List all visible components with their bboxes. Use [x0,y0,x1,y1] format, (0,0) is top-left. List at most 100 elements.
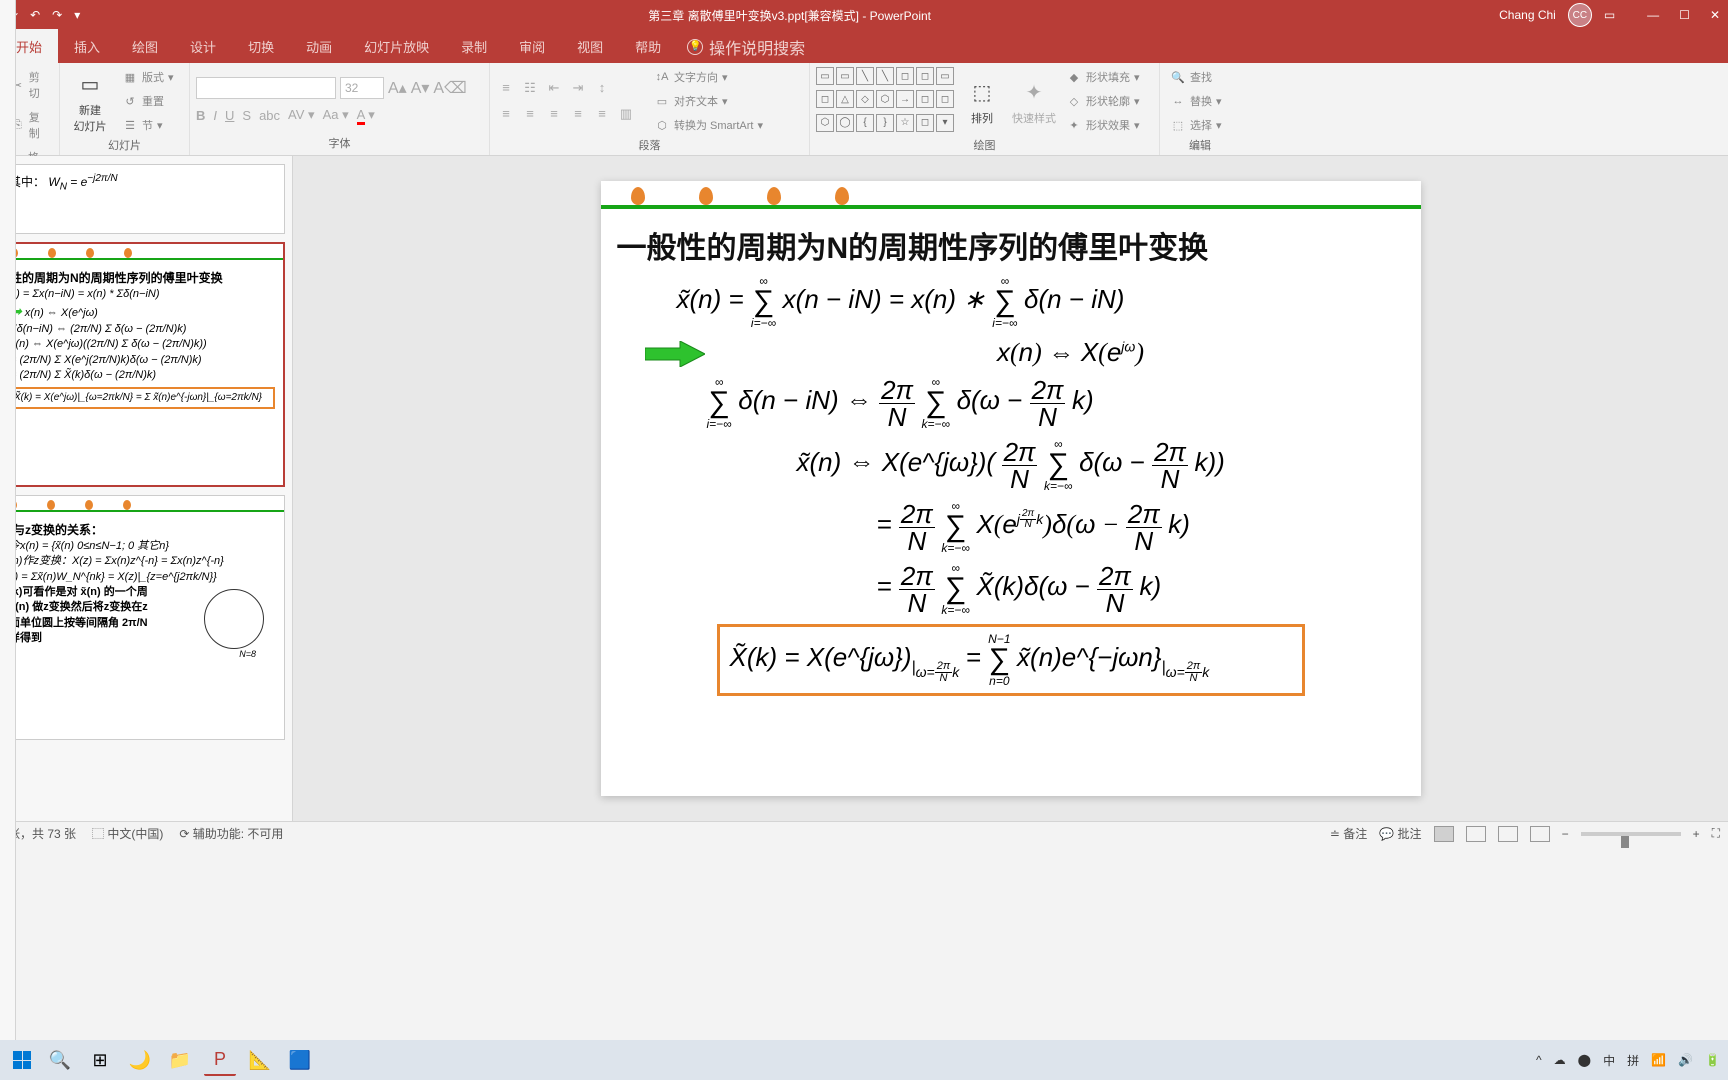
file-explorer-icon[interactable]: 📁 [164,1044,196,1076]
thumbnail-panel[interactable]: 其中： WN = e−j2π/N 性的周期为N的周期性序列的傅里叶变换 n) =… [0,156,293,821]
decrease-indent-icon[interactable]: ⇤ [544,80,564,96]
justify-icon[interactable]: ≡ [568,106,588,122]
change-case-button[interactable]: Aa ▾ [323,107,349,123]
shadow-button[interactable]: S [242,108,251,123]
tell-me-search[interactable]: 💡 操作说明搜索 [687,35,805,59]
tab-view[interactable]: 视图 [561,29,619,64]
select-button[interactable]: ⬚选择 ▾ [1166,115,1226,135]
tray-app-icon[interactable]: ⬤ [1578,1053,1591,1067]
user-name[interactable]: Chang Chi [1499,8,1556,22]
powerpoint-icon[interactable]: P [204,1044,236,1076]
maximize-icon[interactable]: ☐ [1679,8,1690,22]
shape-outline-button[interactable]: ◇形状轮廓 ▾ [1062,91,1144,111]
tray-chevron-icon[interactable]: ^ [1536,1053,1542,1067]
tab-draw[interactable]: 绘图 [116,29,174,64]
thumbnail-current[interactable]: 性的周期为N的周期性序列的傅里叶变换 n) = Σx(n−iN) = x(n) … [0,242,292,487]
decrease-font-icon[interactable]: A▾ [411,78,430,98]
zoom-out-icon[interactable]: − [1562,827,1569,841]
clear-formatting-icon[interactable]: A⌫ [433,78,466,98]
find-button[interactable]: 🔍查找 [1166,67,1226,87]
equation-6[interactable]: = 2πN ∞∑k=−∞ X̃(k)δ(ω − 2πN k) [877,562,1405,616]
thumbnail-prev[interactable]: 其中： WN = e−j2π/N [0,164,292,234]
reading-view-icon[interactable] [1498,826,1518,842]
accessibility-indicator[interactable]: ⟳ 辅助功能: 不可用 [179,825,283,842]
app-icon-2[interactable]: 🟦 [284,1044,316,1076]
tab-review[interactable]: 审阅 [503,29,561,64]
tab-animations[interactable]: 动画 [290,29,348,64]
search-taskbar-icon[interactable]: 🔍 [44,1044,76,1076]
replace-button[interactable]: ↔替换 ▾ [1166,91,1226,111]
close-icon[interactable]: ✕ [1710,8,1720,22]
volume-icon[interactable]: 🔊 [1678,1053,1693,1067]
redo-icon[interactable]: ↷ [52,8,62,22]
battery-icon[interactable]: 🔋 [1705,1053,1720,1067]
tab-insert[interactable]: 插入 [58,29,116,64]
slideshow-view-icon[interactable] [1530,826,1550,842]
line-spacing-icon[interactable]: ↕ [592,80,612,96]
font-color-button[interactable]: A ▾ [357,107,375,123]
text-direction-button[interactable]: ↕A文字方向 ▾ [650,67,767,87]
fit-to-window-icon[interactable]: ⛶ [1712,826,1720,841]
slide-counter[interactable]: 张，共 73 张 [8,825,76,842]
app-icon-1[interactable]: 🌙 [124,1044,156,1076]
ime-lang[interactable]: 中 [1603,1052,1615,1069]
reset-button[interactable]: ↺重置 [118,91,178,111]
ribbon-display-icon[interactable]: ▭ [1604,8,1615,22]
layout-button[interactable]: ▦版式 ▾ [118,67,178,87]
bullets-icon[interactable]: ≡ [496,80,516,96]
task-view-icon[interactable]: ⊞ [84,1044,116,1076]
comments-button[interactable]: 💬 批注 [1379,825,1421,842]
start-button[interactable] [8,1046,36,1074]
user-avatar[interactable]: CC [1568,3,1592,27]
arrange-button[interactable]: ⬚排列 [958,67,1006,135]
strikethrough-button[interactable]: abc [259,108,280,123]
distribute-icon[interactable]: ≡ [592,106,612,122]
align-text-button[interactable]: ▭对齐文本 ▾ [650,91,767,111]
normal-view-icon[interactable] [1434,826,1454,842]
shape-effects-button[interactable]: ✦形状效果 ▾ [1062,115,1144,135]
tab-record[interactable]: 录制 [445,29,503,64]
slide-editor[interactable]: 一般性的周期为N的周期性序列的傅里叶变换 x̃(n) = ∞∑i=−∞ x(n … [293,156,1728,821]
align-right-icon[interactable]: ≡ [544,106,564,122]
sorter-view-icon[interactable] [1466,826,1486,842]
increase-font-icon[interactable]: A▴ [388,78,407,98]
align-left-icon[interactable]: ≡ [496,106,516,122]
shapes-gallery[interactable]: ▭▭╲╲◻◻▭ ◻△◇⬡→◻◻ ⬡◯{}☆◻▾ [816,67,954,135]
quick-styles-button[interactable]: ✦快速样式 [1010,67,1058,135]
equation-7-box[interactable]: X̃(k) = X(e^{jω})|ω=2πNk = N−1∑n=0 x̃(n)… [717,624,1305,696]
new-slide-button[interactable]: ▭ 新建 幻灯片 [66,67,114,135]
equation-2[interactable]: x(n) ⇔ X(ejω) [737,337,1405,368]
ime-mode[interactable]: 拼 [1627,1052,1639,1069]
tab-design[interactable]: 设计 [174,29,232,64]
bold-button[interactable]: B [196,108,205,123]
align-center-icon[interactable]: ≡ [520,106,540,122]
notes-button[interactable]: ≐ 备注 [1330,825,1367,842]
minimize-icon[interactable]: — [1647,8,1659,22]
font-name-combo[interactable] [196,77,336,99]
slide-canvas[interactable]: 一般性的周期为N的周期性序列的傅里叶变换 x̃(n) = ∞∑i=−∞ x(n … [601,181,1421,796]
equation-5[interactable]: = 2πN ∞∑k=−∞ X(ej2πNk)δ(ω − 2πN k) [877,500,1405,554]
language-indicator[interactable]: ⬚ 中文(中国) [92,825,163,842]
smartart-button[interactable]: ⬡转换为 SmartArt ▾ [650,115,767,135]
underline-button[interactable]: U [225,108,234,123]
font-size-combo[interactable] [340,77,384,99]
equation-4[interactable]: x̃(n) ⇔ X(e^{jω})( 2πN ∞∑k=−∞ δ(ω − 2πN … [797,438,1405,492]
tab-help[interactable]: 帮助 [619,29,677,64]
thumbnail-next[interactable]: )与z变换的关系： 令x(n) = {x̃(n) 0≤n≤N−1; 0 其它n}… [0,495,292,740]
tab-transitions[interactable]: 切换 [232,29,290,64]
undo-icon[interactable]: ↶ [30,8,40,22]
shape-rect-icon[interactable]: ▭ [816,67,834,85]
tray-cloud-icon[interactable]: ☁ [1554,1053,1566,1067]
columns-icon[interactable]: ▥ [616,106,636,122]
zoom-slider[interactable] [1581,832,1681,836]
tab-slideshow[interactable]: 幻灯片放映 [348,29,445,64]
wifi-icon[interactable]: 📶 [1651,1053,1666,1067]
equation-1[interactable]: x̃(n) = ∞∑i=−∞ x(n − iN) = x(n) ∗ ∞∑i=−∞… [677,275,1405,329]
italic-button[interactable]: I [213,108,217,123]
shape-fill-button[interactable]: ◆形状填充 ▾ [1062,67,1144,87]
numbering-icon[interactable]: ☷ [520,80,540,96]
char-spacing-button[interactable]: AV ▾ [288,107,315,123]
slide-title-text[interactable]: 一般性的周期为N的周期性序列的傅里叶变换 [617,223,1405,267]
section-button[interactable]: ☰节 ▾ [118,115,178,135]
zoom-in-icon[interactable]: + [1693,827,1700,841]
